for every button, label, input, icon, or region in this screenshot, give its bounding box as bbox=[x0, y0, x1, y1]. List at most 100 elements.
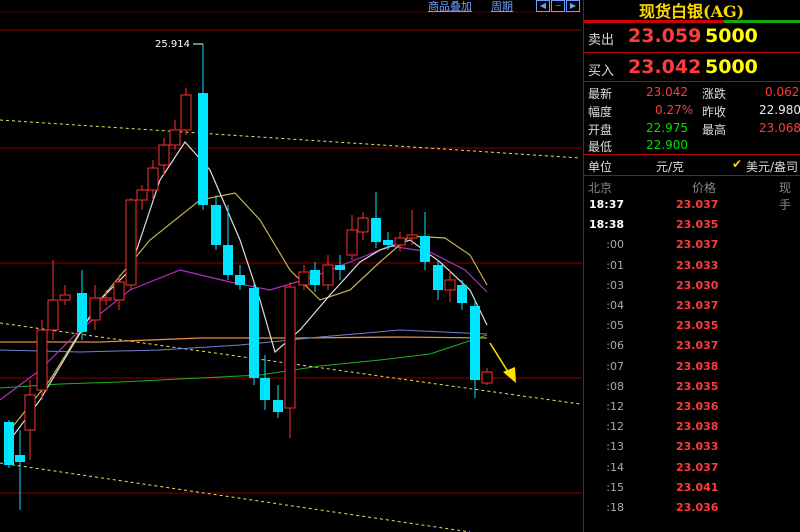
unit-rmb-option[interactable]: 元/克 bbox=[656, 158, 684, 175]
tick-price: 23.041 bbox=[676, 480, 719, 494]
change-value: 0.062 bbox=[765, 85, 800, 99]
candle-body bbox=[273, 400, 283, 412]
buy-label: 买入 bbox=[588, 64, 615, 79]
tick-row: 18:38 23.035 bbox=[584, 218, 800, 238]
candle bbox=[284, 282, 296, 438]
candle bbox=[147, 160, 159, 200]
candle-body bbox=[147, 167, 159, 191]
trendline-upper bbox=[0, 119, 581, 159]
tick-price: 23.035 bbox=[676, 218, 719, 232]
candle bbox=[481, 368, 493, 385]
buy-row[interactable]: 买入 23.042 5000 bbox=[584, 53, 800, 82]
candle-body bbox=[223, 245, 233, 275]
tick-price: 23.035 bbox=[676, 379, 719, 393]
tick-row: :01 23.033 bbox=[584, 259, 800, 279]
arrow-head-icon bbox=[503, 367, 516, 383]
candle bbox=[433, 260, 443, 300]
overlay-link[interactable]: 商品叠加 bbox=[428, 0, 472, 14]
candle bbox=[420, 212, 430, 270]
candle-body bbox=[284, 286, 296, 409]
tick-time: :12 bbox=[606, 400, 624, 413]
candle-body bbox=[100, 297, 112, 301]
candle bbox=[470, 300, 480, 398]
candle-body bbox=[433, 265, 443, 290]
high-price-label: 25.914 bbox=[155, 39, 190, 50]
tick-time: :05 bbox=[606, 319, 624, 333]
tick-row: :04 23.037 bbox=[584, 299, 800, 319]
instrument-title: 现货白银(AG) bbox=[639, 2, 745, 21]
tick-row: :03 23.030 bbox=[584, 279, 800, 299]
tick-price: 23.036 bbox=[676, 501, 719, 514]
candle bbox=[335, 255, 345, 280]
candle-body bbox=[36, 329, 48, 391]
candle-body bbox=[357, 217, 369, 233]
candle bbox=[322, 255, 334, 290]
candle bbox=[89, 285, 101, 330]
sell-row[interactable]: 卖出 23.059 5000 bbox=[584, 22, 800, 53]
candle-body bbox=[235, 275, 245, 285]
tick-price: 23.037 bbox=[676, 339, 719, 353]
tick-price: 23.036 bbox=[676, 400, 719, 413]
moving-average-lines bbox=[0, 141, 488, 441]
zoom-out-button[interactable]: − bbox=[551, 0, 565, 12]
candle-body bbox=[310, 270, 320, 285]
candle-body bbox=[444, 279, 456, 291]
scroll-right-button[interactable]: ▶ bbox=[566, 0, 580, 12]
candle bbox=[180, 88, 192, 135]
candle bbox=[457, 280, 467, 310]
candle bbox=[346, 215, 358, 260]
candle-body bbox=[125, 199, 137, 286]
candle bbox=[249, 283, 259, 385]
candle bbox=[100, 290, 112, 305]
candle bbox=[77, 270, 87, 340]
period-link[interactable]: 周期 bbox=[491, 0, 513, 14]
tick-row: :00 23.037 bbox=[584, 238, 800, 258]
unit-row: 单位 元/克 ✔ 美元/盎司 bbox=[584, 155, 800, 176]
candle-body bbox=[59, 294, 71, 301]
tick-row: :12 23.036 bbox=[584, 400, 800, 420]
candle-body bbox=[113, 281, 125, 301]
check-icon: ✔ bbox=[732, 157, 743, 171]
buy-price: 23.042 bbox=[628, 56, 702, 78]
candlestick-chart[interactable]: 25.914 bbox=[0, 0, 582, 532]
candle bbox=[371, 192, 381, 248]
candle bbox=[406, 210, 418, 245]
open-value: 22.975 bbox=[646, 121, 688, 135]
tick-row: :07 23.038 bbox=[584, 360, 800, 380]
scroll-left-button[interactable]: ◀ bbox=[536, 0, 550, 12]
candle bbox=[260, 355, 270, 410]
unit-label: 单位 bbox=[588, 160, 613, 174]
candle-body bbox=[211, 205, 221, 245]
candle-body bbox=[77, 293, 87, 332]
tick-price: 23.038 bbox=[676, 420, 719, 434]
candle bbox=[36, 320, 48, 400]
sell-price: 23.059 bbox=[628, 25, 702, 47]
candle-body bbox=[47, 299, 59, 331]
candle bbox=[235, 265, 245, 290]
candle-body bbox=[420, 236, 430, 262]
candle bbox=[24, 380, 36, 460]
candle-body bbox=[89, 297, 101, 321]
candle-body bbox=[136, 189, 148, 201]
tick-price: 23.037 bbox=[676, 198, 719, 211]
tick-row: :14 23.037 bbox=[584, 461, 800, 481]
candle-body bbox=[24, 394, 36, 431]
candle-body bbox=[406, 234, 418, 239]
candle bbox=[273, 385, 283, 418]
unit-usd-option[interactable]: 美元/盎司 bbox=[746, 158, 798, 175]
candle-body bbox=[15, 455, 25, 462]
low-label: 最低 bbox=[588, 140, 613, 154]
tick-time: 18:37 bbox=[588, 198, 624, 211]
tick-price: 23.037 bbox=[676, 238, 719, 252]
tick-time: :07 bbox=[606, 359, 624, 373]
amplitude-label: 幅度 bbox=[588, 105, 613, 119]
sell-volume: 5000 bbox=[705, 25, 758, 47]
tick-row: 18:37 23.037 bbox=[584, 198, 800, 218]
candle-body bbox=[4, 422, 14, 465]
high-value: 23.068 bbox=[759, 121, 800, 135]
tick-time: :14 bbox=[606, 460, 624, 474]
tick-price: 23.035 bbox=[676, 319, 719, 333]
candle bbox=[59, 285, 71, 305]
candle-body bbox=[457, 285, 467, 303]
quote-panel: 现货白银(AG) 卖出 23.059 5000 买入 23.042 5000 最… bbox=[583, 0, 800, 532]
